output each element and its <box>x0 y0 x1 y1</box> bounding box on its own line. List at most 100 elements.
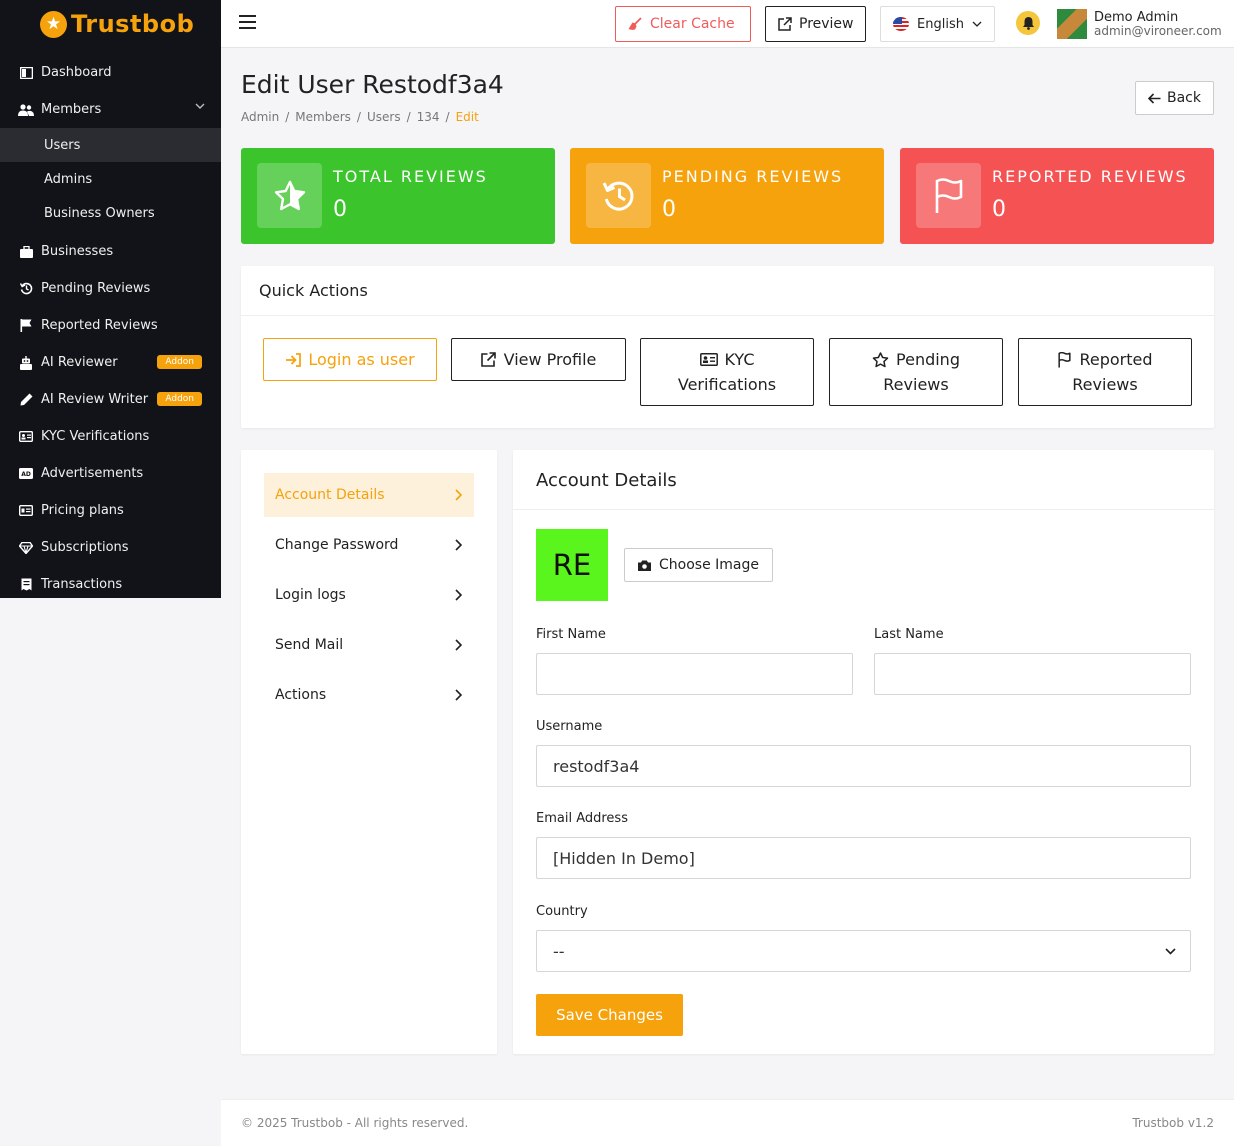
pending-label-line-2: Reviews <box>883 375 949 394</box>
stat-value: 0 <box>662 197 676 222</box>
reported-label-line-2: Reviews <box>1072 375 1138 394</box>
user-avatar[interactable] <box>1057 9 1087 39</box>
sidebar-item-ai-review-writer[interactable]: AI Review Writer Addon <box>0 381 221 418</box>
view-profile-label: View Profile <box>503 350 597 369</box>
chevron-right-icon <box>455 489 462 501</box>
sidebar-subitem-users[interactable]: Users <box>0 128 221 162</box>
pending-label-line-1: Pending <box>896 350 960 369</box>
external-link-icon <box>778 17 792 31</box>
sidebar-item-transactions[interactable]: Transactions <box>0 566 221 603</box>
sidebar: ★ Trustbob Dashboard Members Users Admin… <box>0 0 221 598</box>
side-menu-login-logs[interactable]: Login logs <box>264 573 474 617</box>
kyc-verifications-button[interactable]: KYC Verifications <box>640 338 814 406</box>
camera-icon <box>638 560 651 571</box>
svg-text:AD: AD <box>21 471 31 478</box>
clear-cache-button[interactable]: Clear Cache <box>615 6 751 42</box>
back-label: Back <box>1167 90 1201 106</box>
breadcrumb-user-id[interactable]: 134 <box>417 110 440 124</box>
sidebar-subitem-admins[interactable]: Admins <box>0 162 221 196</box>
flag-icon <box>1057 351 1072 368</box>
sidebar-item-label: Advertisements <box>41 466 144 481</box>
language-select[interactable]: English <box>880 6 995 42</box>
sidebar-item-label: Dashboard <box>41 65 112 80</box>
first-name-label: First Name <box>536 627 606 642</box>
preview-label: Preview <box>799 16 854 32</box>
sidebar-item-ai-reviewer[interactable]: AI Reviewer Addon <box>0 344 221 381</box>
breadcrumb-users[interactable]: Users <box>367 110 401 124</box>
sidebar-item-label: Pending Reviews <box>41 281 151 296</box>
username-label: Username <box>536 719 603 734</box>
sidebar-item-label: KYC Verifications <box>41 429 150 444</box>
sidebar-item-members[interactable]: Members <box>0 91 221 128</box>
login-as-user-button[interactable]: Login as user <box>263 338 437 381</box>
sidebar-item-label: Reported Reviews <box>41 318 158 333</box>
email-input[interactable]: [Hidden In Demo] <box>536 837 1191 879</box>
kyc-label-line-1: KYC <box>724 350 755 369</box>
total-reviews-card: TOTAL REVIEWS 0 <box>241 148 555 244</box>
clear-cache-label: Clear Cache <box>650 16 735 32</box>
topbar: Clear Cache Preview English Demo Admin a… <box>221 0 1234 48</box>
stat-label: TOTAL REVIEWS <box>333 167 488 186</box>
kyc-label-line-2: Verifications <box>677 375 777 394</box>
sidebar-subitem-business-owners[interactable]: Business Owners <box>0 196 221 230</box>
back-button[interactable]: Back <box>1135 81 1214 115</box>
sidebar-item-label: Members <box>41 102 102 117</box>
country-selected-value: -- <box>553 941 565 961</box>
language-label: English <box>917 16 964 32</box>
breadcrumb-current: Edit <box>455 110 479 124</box>
sidebar-item-pending-reviews[interactable]: Pending Reviews <box>0 270 221 307</box>
side-menu-actions[interactable]: Actions <box>264 673 474 717</box>
save-changes-button[interactable]: Save Changes <box>536 994 683 1036</box>
addon-badge: Addon <box>157 392 202 406</box>
sidebar-item-pricing-plans[interactable]: Pricing plans <box>0 492 221 529</box>
account-details-form: Account Details RE Choose Image First Na… <box>513 450 1214 1054</box>
sign-in-icon <box>285 352 302 367</box>
brand-name: Trustbob <box>71 10 195 38</box>
breadcrumb-admin[interactable]: Admin <box>241 110 279 124</box>
chevron-right-icon <box>455 539 462 551</box>
last-name-input[interactable] <box>874 653 1191 695</box>
choose-image-button[interactable]: Choose Image <box>624 548 773 582</box>
username-input[interactable]: restodf3a4 <box>536 745 1191 787</box>
flag-icon <box>916 163 981 228</box>
arrow-left-icon <box>1148 92 1161 104</box>
side-menu-account-details[interactable]: Account Details <box>264 473 474 517</box>
hamburger-menu-icon[interactable] <box>239 15 256 33</box>
sidebar-item-advertisements[interactable]: AD Advertisements <box>0 455 221 492</box>
history-icon <box>18 281 34 297</box>
stat-label: PENDING REVIEWS <box>662 167 844 186</box>
side-menu-send-mail[interactable]: Send Mail <box>264 623 474 667</box>
side-menu-label: Login logs <box>275 587 346 603</box>
chevron-right-icon <box>455 639 462 651</box>
sidebar-item-reported-reviews[interactable]: Reported Reviews <box>0 307 221 344</box>
us-flag-icon <box>893 17 910 31</box>
sidebar-item-dashboard[interactable]: Dashboard <box>0 54 221 91</box>
robot-icon <box>18 355 34 371</box>
reported-reviews-button[interactable]: Reported Reviews <box>1018 338 1192 406</box>
country-select[interactable]: -- <box>536 930 1191 972</box>
gem-icon <box>18 540 34 556</box>
settings-side-menu: Account Details Change Password Login lo… <box>241 450 497 1054</box>
chevron-down-icon <box>195 103 205 110</box>
preview-button[interactable]: Preview <box>765 6 866 42</box>
footer: © 2025 Trustbob - All rights reserved. T… <box>221 1099 1234 1146</box>
brand-logo[interactable]: ★ Trustbob <box>0 0 221 48</box>
footer-version: Trustbob v1.2 <box>1132 1116 1214 1130</box>
notification-bell-icon[interactable] <box>1016 11 1040 35</box>
addon-badge: Addon <box>157 355 202 369</box>
first-name-input[interactable] <box>536 653 853 695</box>
sidebar-item-kyc-verifications[interactable]: KYC Verifications <box>0 418 221 455</box>
reported-label-line-1: Reported <box>1079 350 1153 369</box>
sidebar-item-businesses[interactable]: Businesses <box>0 233 221 270</box>
side-menu-label: Change Password <box>275 537 399 553</box>
breadcrumb-members[interactable]: Members <box>295 110 351 124</box>
quick-actions-card: Quick Actions Login as user View Profile… <box>241 266 1214 428</box>
view-profile-button[interactable]: View Profile <box>451 338 626 381</box>
sidebar-item-subscriptions[interactable]: Subscriptions <box>0 529 221 566</box>
pending-reviews-button[interactable]: Pending Reviews <box>829 338 1003 406</box>
user-name[interactable]: Demo Admin <box>1094 10 1178 25</box>
side-menu-change-password[interactable]: Change Password <box>264 523 474 567</box>
login-as-user-label: Login as user <box>308 350 415 369</box>
receipt-icon <box>18 577 34 593</box>
broom-icon <box>628 17 642 31</box>
